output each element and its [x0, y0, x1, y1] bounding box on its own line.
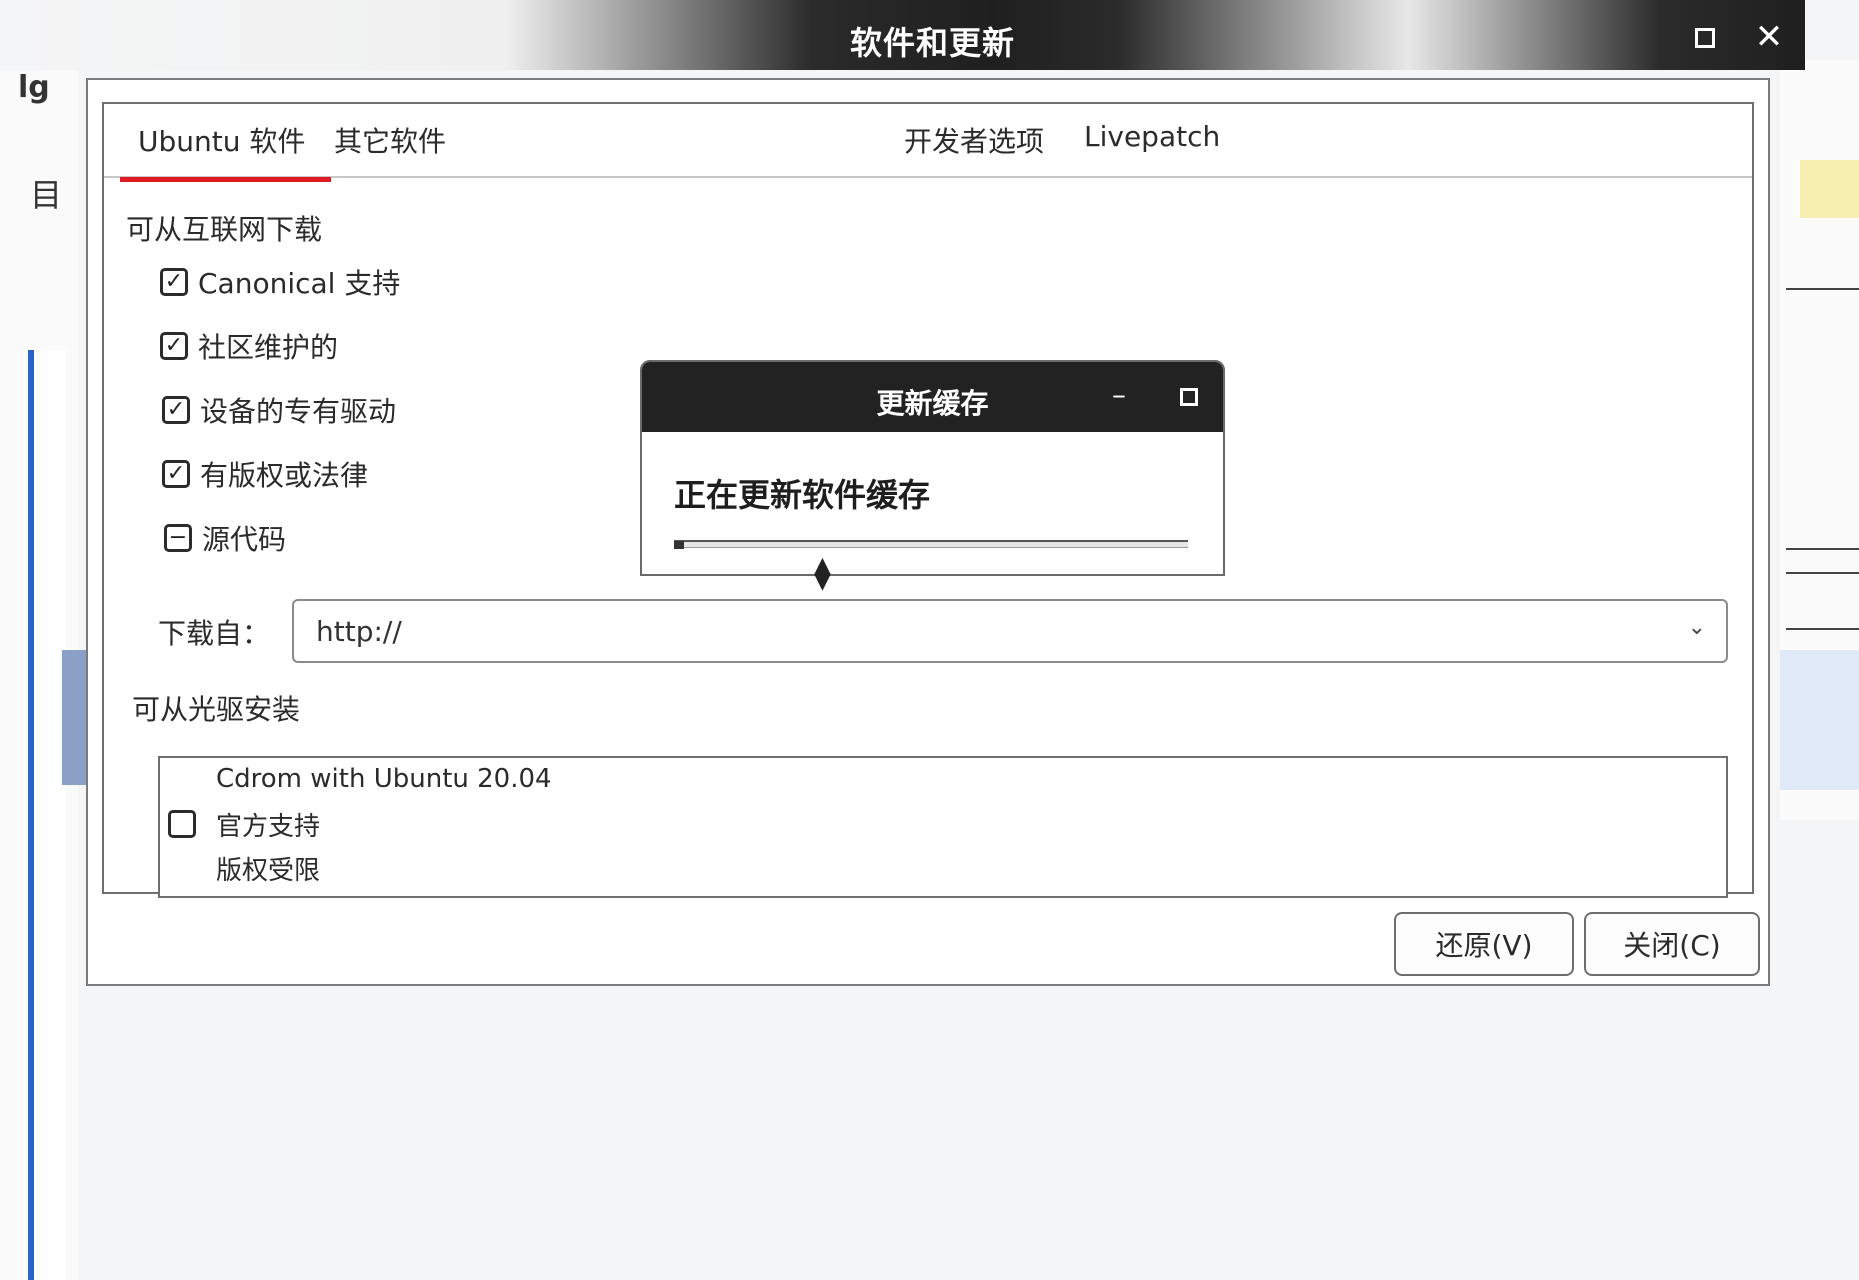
maximize-icon [1695, 28, 1715, 48]
close-window-button[interactable]: ✕ [1752, 20, 1786, 54]
background-selection [1780, 650, 1859, 790]
source-community-row[interactable]: ✓ 社区维护的 [160, 328, 338, 364]
dialog-titlebar[interactable]: 更新缓存 – [642, 362, 1223, 432]
tab-other-software[interactable]: 其它软件 [334, 120, 446, 160]
tab-developer-options[interactable]: 开发者选项 [904, 120, 1044, 160]
window-titlebar[interactable]: 软件和更新 ✕ [0, 0, 1805, 70]
cdrom-official-support: 官方支持 [216, 812, 321, 842]
revert-button[interactable]: 还原(V) [1394, 912, 1574, 976]
checkbox-restricted[interactable]: ✓ [162, 460, 190, 488]
checkbox-drivers[interactable]: ✓ [162, 396, 190, 424]
chevron-down-icon: ⌄ [1687, 615, 1706, 640]
resize-handle-icon[interactable]: ▲ ▼ [814, 555, 831, 593]
download-server-value: http:// [316, 615, 402, 648]
background-window-edge [28, 350, 66, 1280]
source-restricted-row[interactable]: ✓ 有版权或法律 [162, 456, 368, 492]
source-canonical-row[interactable]: ✓ Canonical 支持 [160, 264, 400, 300]
background-window-bar [62, 650, 86, 785]
dialog-message: 正在更新软件缓存 [674, 476, 931, 514]
progress-fill [674, 541, 684, 549]
download-server-dropdown[interactable]: http:// ⌄ [292, 599, 1728, 663]
background-highlight [1800, 160, 1859, 218]
background-window-icon: 目 [30, 176, 63, 214]
source-code-row[interactable]: − 源代码 [164, 520, 286, 556]
cdrom-section-label: 可从光驱安装 [132, 693, 301, 726]
tab-livepatch[interactable]: Livepatch [1084, 120, 1220, 153]
internet-section-label: 可从互联网下载 [126, 213, 323, 246]
background-divider [1786, 572, 1859, 574]
maximize-button[interactable] [1180, 388, 1198, 406]
checkbox-canonical[interactable]: ✓ [160, 268, 188, 296]
cdrom-list: Cdrom with Ubuntu 20.04 官方支持 版权受限 [158, 756, 1728, 898]
background-window-text: lg [18, 70, 50, 105]
checkbox-community[interactable]: ✓ [160, 332, 188, 360]
source-drivers-label: 设备的专有驱动 [200, 395, 397, 428]
cdrom-name: Cdrom with Ubuntu 20.04 [216, 764, 552, 794]
download-from-label: 下载自： [158, 617, 271, 650]
minimize-button[interactable]: – [1112, 378, 1126, 411]
maximize-button[interactable] [1688, 20, 1722, 54]
source-restricted-label: 有版权或法律 [200, 459, 369, 492]
background-divider [1786, 548, 1859, 550]
progress-bar [674, 540, 1188, 549]
tab-bar: Ubuntu 软件 其它软件 开发者选项 Livepatch [104, 104, 1752, 182]
window-title: 软件和更新 [849, 24, 1015, 62]
source-drivers-row[interactable]: ✓ 设备的专有驱动 [162, 392, 396, 428]
tab-ubuntu-software[interactable]: Ubuntu 软件 [119, 120, 332, 182]
cdrom-restricted-copyright: 版权受限 [216, 856, 321, 886]
checkbox-source-code[interactable]: − [164, 524, 192, 552]
background-divider [1786, 628, 1859, 630]
source-community-label: 社区维护的 [198, 331, 339, 364]
update-cache-dialog: 更新缓存 – 正在更新软件缓存 ▲ ▼ [640, 360, 1225, 593]
close-button[interactable]: 关闭(C) [1584, 912, 1760, 976]
close-icon: ✕ [1754, 17, 1784, 57]
source-code-label: 源代码 [202, 523, 287, 556]
checkbox-cdrom[interactable] [168, 810, 196, 838]
source-canonical-label: Canonical 支持 [198, 267, 401, 300]
background-divider [1786, 288, 1859, 290]
dialog-title: 更新缓存 [876, 387, 989, 420]
